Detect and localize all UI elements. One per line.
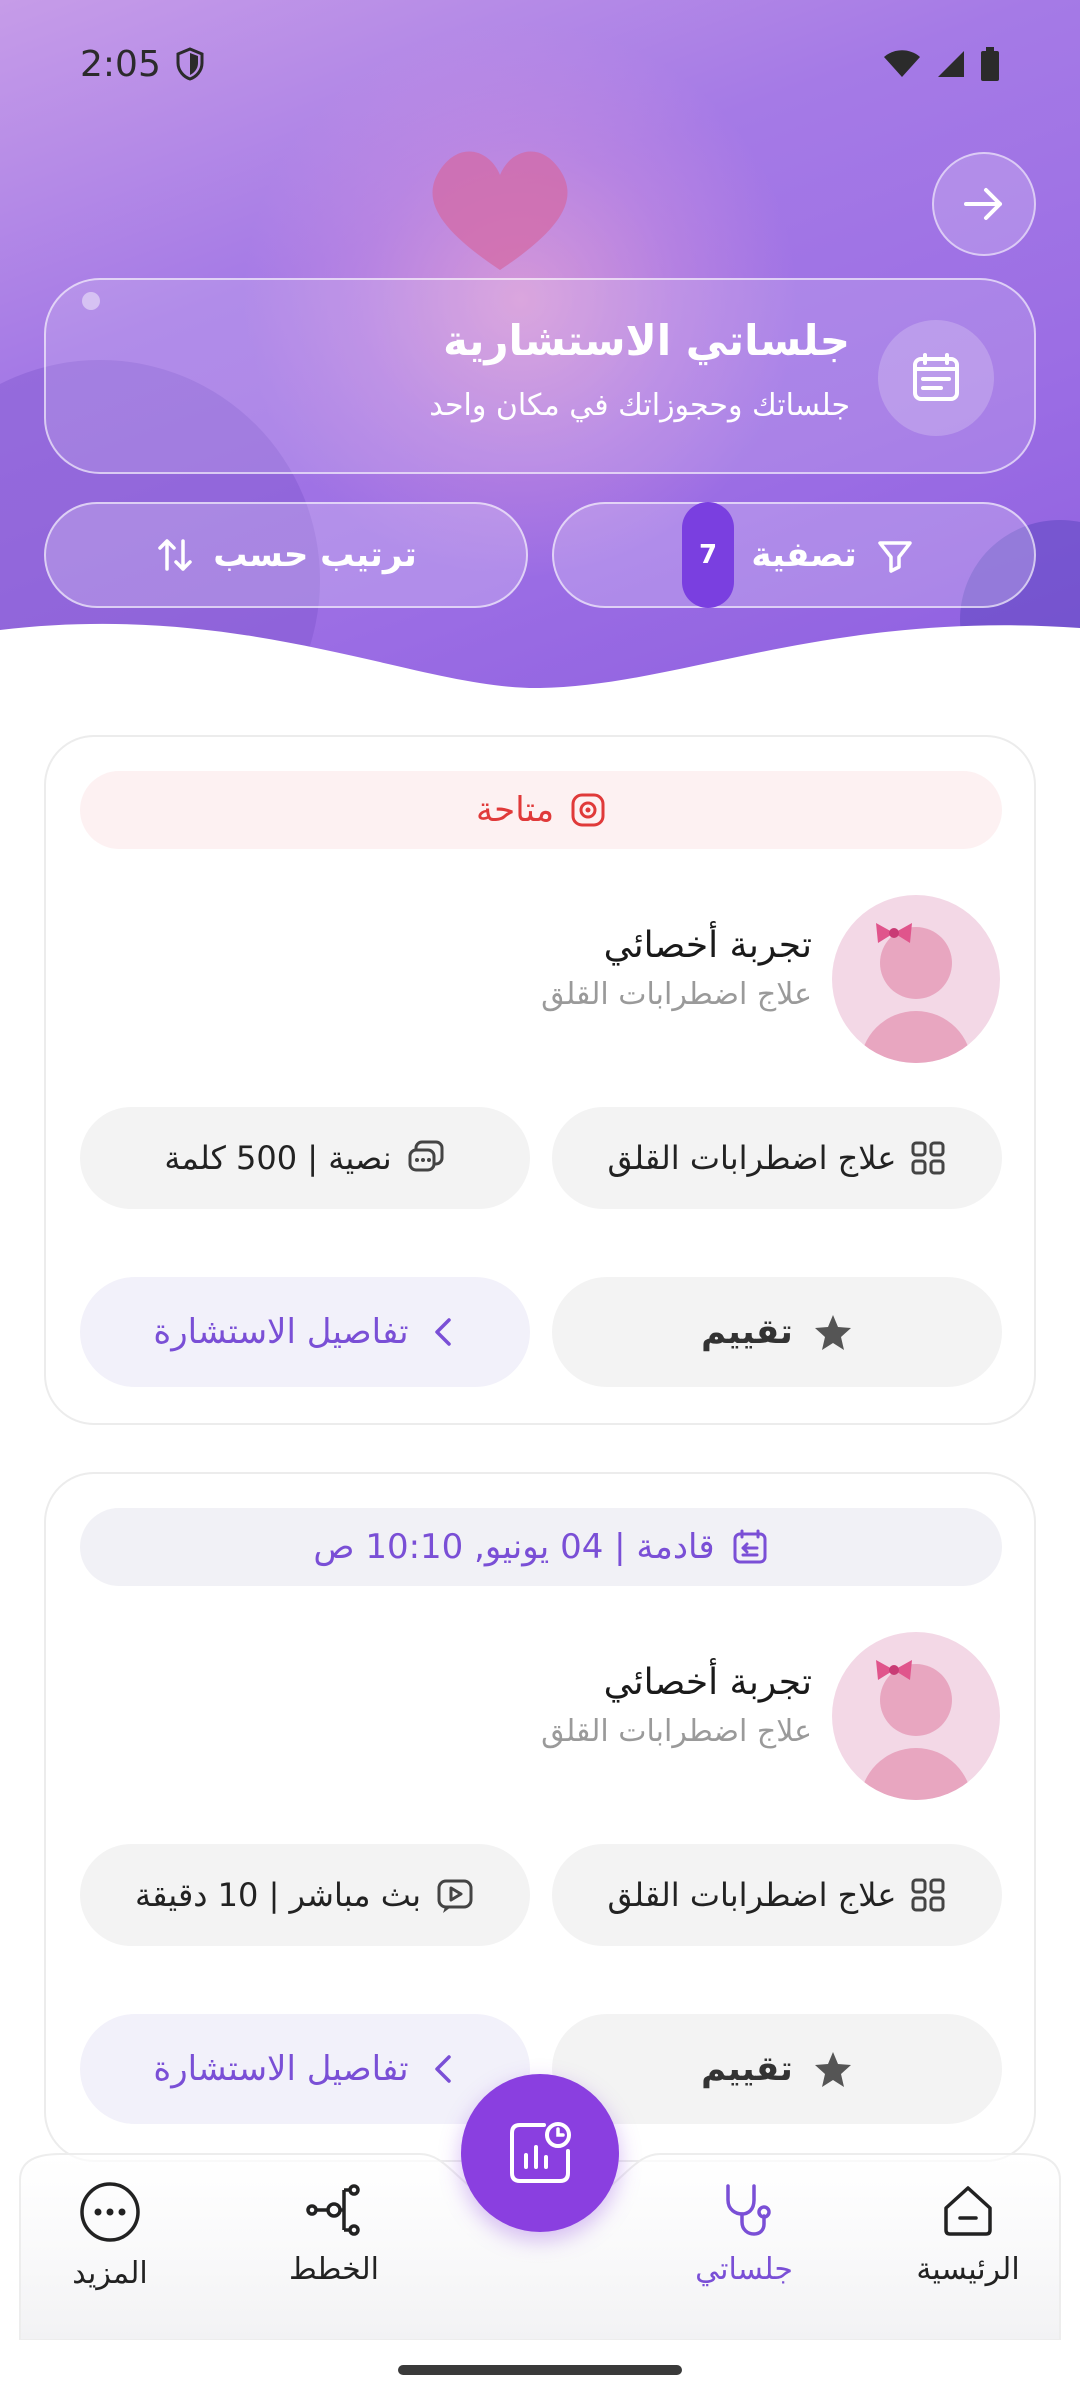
- stethoscope-icon: [726, 2184, 771, 2236]
- status-bar: 2:05: [80, 36, 1000, 92]
- status-text: قادمة | 04 يونيو, 10:10 ص: [313, 1527, 715, 1567]
- nav-sessions-label: جلساتي: [695, 2252, 793, 2287]
- status-badge-upcoming: قادمة | 04 يونيو, 10:10 ص: [80, 1508, 1002, 1586]
- session-type-chip: بث مباشر | 10 دقيقة: [80, 1844, 530, 1946]
- sort-button[interactable]: ترتيب حسب: [44, 502, 528, 608]
- calendar-arrow-icon: [733, 1529, 767, 1564]
- page-subtitle: جلساتك وحجوزاتك في مكان واحد: [429, 388, 850, 423]
- nav-home-label: الرئيسية: [916, 2252, 1020, 2287]
- more-dots-icon: [80, 2182, 140, 2242]
- nav-more[interactable]: المزيد: [30, 2180, 190, 2291]
- filter-count-badge: 7: [682, 502, 734, 608]
- home-icon: [944, 2186, 992, 2236]
- chart-clock-icon: [510, 2122, 571, 2183]
- session-card[interactable]: متاحة تجربة أخصائي علاج اضطرابات القلق ع…: [44, 735, 1036, 1425]
- header-wave: [0, 623, 1080, 720]
- stats-fab-button[interactable]: [461, 2074, 619, 2232]
- rate-button[interactable]: تقييم: [552, 1277, 1002, 1387]
- grid-icon: [911, 1141, 945, 1175]
- chevron-left-icon: [434, 1318, 451, 1346]
- signal-icon: [938, 51, 964, 77]
- home-indicator: [398, 2365, 682, 2375]
- calendar-icon: [878, 320, 994, 436]
- nav-plans-label: الخطط: [289, 2252, 379, 2287]
- specialty-chip: علاج اضطرابات القلق: [552, 1107, 1002, 1209]
- details-label: تفاصيل الاستشارة: [153, 2049, 409, 2089]
- chevron-left-icon: [434, 2055, 451, 2083]
- specialist-specialty: علاج اضطرابات القلق: [541, 1714, 812, 1749]
- filter-button[interactable]: 7 تصفية: [552, 502, 1036, 608]
- status-text: متاحة: [475, 790, 555, 830]
- nav-home[interactable]: الرئيسية: [888, 2180, 1048, 2287]
- star-icon: [814, 1315, 851, 1350]
- wifi-icon: [884, 50, 920, 77]
- rate-label: تقييم: [701, 2049, 793, 2089]
- nav-sessions[interactable]: جلساتي: [664, 2180, 824, 2287]
- chat-bubbles-icon: [408, 1140, 444, 1172]
- star-icon: [814, 2052, 851, 2087]
- chip-specialty-text: علاج اضطرابات القلق: [607, 1139, 897, 1177]
- rate-button[interactable]: تقييم: [552, 2014, 1002, 2124]
- radio-signal-icon: [571, 793, 605, 827]
- chip-specialty-text: علاج اضطرابات القلق: [607, 1876, 897, 1914]
- page-title-card: جلساتي الاستشارية جلساتك وحجوزاتك في مكا…: [44, 278, 1036, 474]
- chip-type-text: بث مباشر | 10 دقيقة: [134, 1876, 422, 1914]
- arrow-right-icon: [964, 188, 1002, 220]
- avatar: [832, 1632, 1000, 1800]
- shield-icon: [176, 47, 204, 81]
- avatar: [832, 895, 1000, 1063]
- grid-icon: [911, 1878, 945, 1912]
- sort-label: ترتيب حسب: [213, 535, 417, 575]
- specialty-chip: علاج اضطرابات القلق: [552, 1844, 1002, 1946]
- back-button[interactable]: [932, 152, 1036, 256]
- filter-label: تصفية: [751, 535, 857, 575]
- specialist-name: تجربة أخصائي: [603, 925, 812, 966]
- live-video-icon: [437, 1879, 473, 1913]
- consultation-details-button[interactable]: تفاصيل الاستشارة: [80, 2014, 530, 2124]
- chip-type-text: نصية | 500 كلمة: [164, 1139, 392, 1177]
- page-title: جلساتي الاستشارية: [443, 316, 850, 365]
- details-label: تفاصيل الاستشارة: [153, 1312, 409, 1352]
- rate-label: تقييم: [701, 1312, 793, 1352]
- status-badge-available: متاحة: [80, 771, 1002, 849]
- bow-icon: [876, 923, 912, 943]
- battery-icon: [981, 47, 999, 81]
- nav-plans[interactable]: الخطط: [254, 2180, 414, 2287]
- specialist-specialty: علاج اضطرابات القلق: [541, 977, 812, 1012]
- nav-more-label: المزيد: [72, 2256, 148, 2291]
- status-time: 2:05: [80, 43, 161, 85]
- specialist-name: تجربة أخصائي: [603, 1662, 812, 1703]
- session-card[interactable]: قادمة | 04 يونيو, 10:10 ص تجربة أخصائي ع…: [44, 1472, 1036, 2162]
- filter-icon: [877, 541, 912, 573]
- heart-decoration: [432, 151, 568, 270]
- consultation-details-button[interactable]: تفاصيل الاستشارة: [80, 1277, 530, 1387]
- session-type-chip: نصية | 500 كلمة: [80, 1107, 530, 1209]
- bow-icon: [876, 1660, 912, 1680]
- sort-arrows-icon: [158, 539, 192, 571]
- branch-icon: [306, 2184, 360, 2236]
